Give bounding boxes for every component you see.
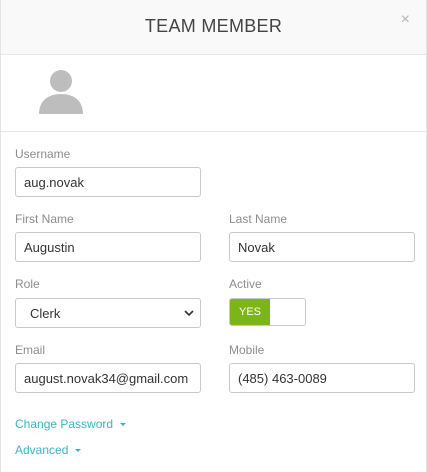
dialog-title: TEAM MEMBER bbox=[144, 16, 283, 36]
role-select[interactable]: Clerk bbox=[15, 298, 201, 328]
chevron-down-icon bbox=[184, 310, 194, 317]
last-name-input[interactable] bbox=[229, 232, 415, 262]
first-name-input[interactable] bbox=[15, 232, 201, 262]
username-label: Username bbox=[15, 147, 71, 161]
dialog-header: TEAM MEMBER × bbox=[1, 0, 426, 55]
email-input[interactable] bbox=[15, 363, 201, 393]
username-input[interactable] bbox=[15, 167, 201, 197]
caret-down-icon bbox=[120, 422, 127, 426]
active-toggle[interactable]: YES bbox=[229, 298, 306, 326]
first-name-label: First Name bbox=[15, 212, 74, 226]
active-toggle-on-label: YES bbox=[230, 299, 270, 325]
change-password-link[interactable]: Change Password bbox=[15, 417, 127, 431]
user-avatar-icon[interactable] bbox=[37, 68, 85, 114]
close-icon[interactable]: × bbox=[401, 12, 410, 28]
advanced-link[interactable]: Advanced bbox=[15, 443, 82, 457]
last-name-label: Last Name bbox=[229, 212, 288, 226]
caret-down-icon bbox=[75, 448, 82, 452]
email-label: Email bbox=[15, 343, 46, 357]
role-label: Role bbox=[15, 277, 40, 291]
mobile-label: Mobile bbox=[229, 343, 265, 357]
advanced-label: Advanced bbox=[15, 443, 69, 457]
active-label: Active bbox=[229, 277, 262, 291]
mobile-input[interactable] bbox=[229, 363, 415, 393]
team-member-dialog: TEAM MEMBER × Username First Name Last N… bbox=[0, 0, 427, 472]
change-password-label: Change Password bbox=[15, 417, 114, 431]
role-select-value: Clerk bbox=[30, 306, 61, 321]
avatar-row bbox=[1, 55, 426, 132]
